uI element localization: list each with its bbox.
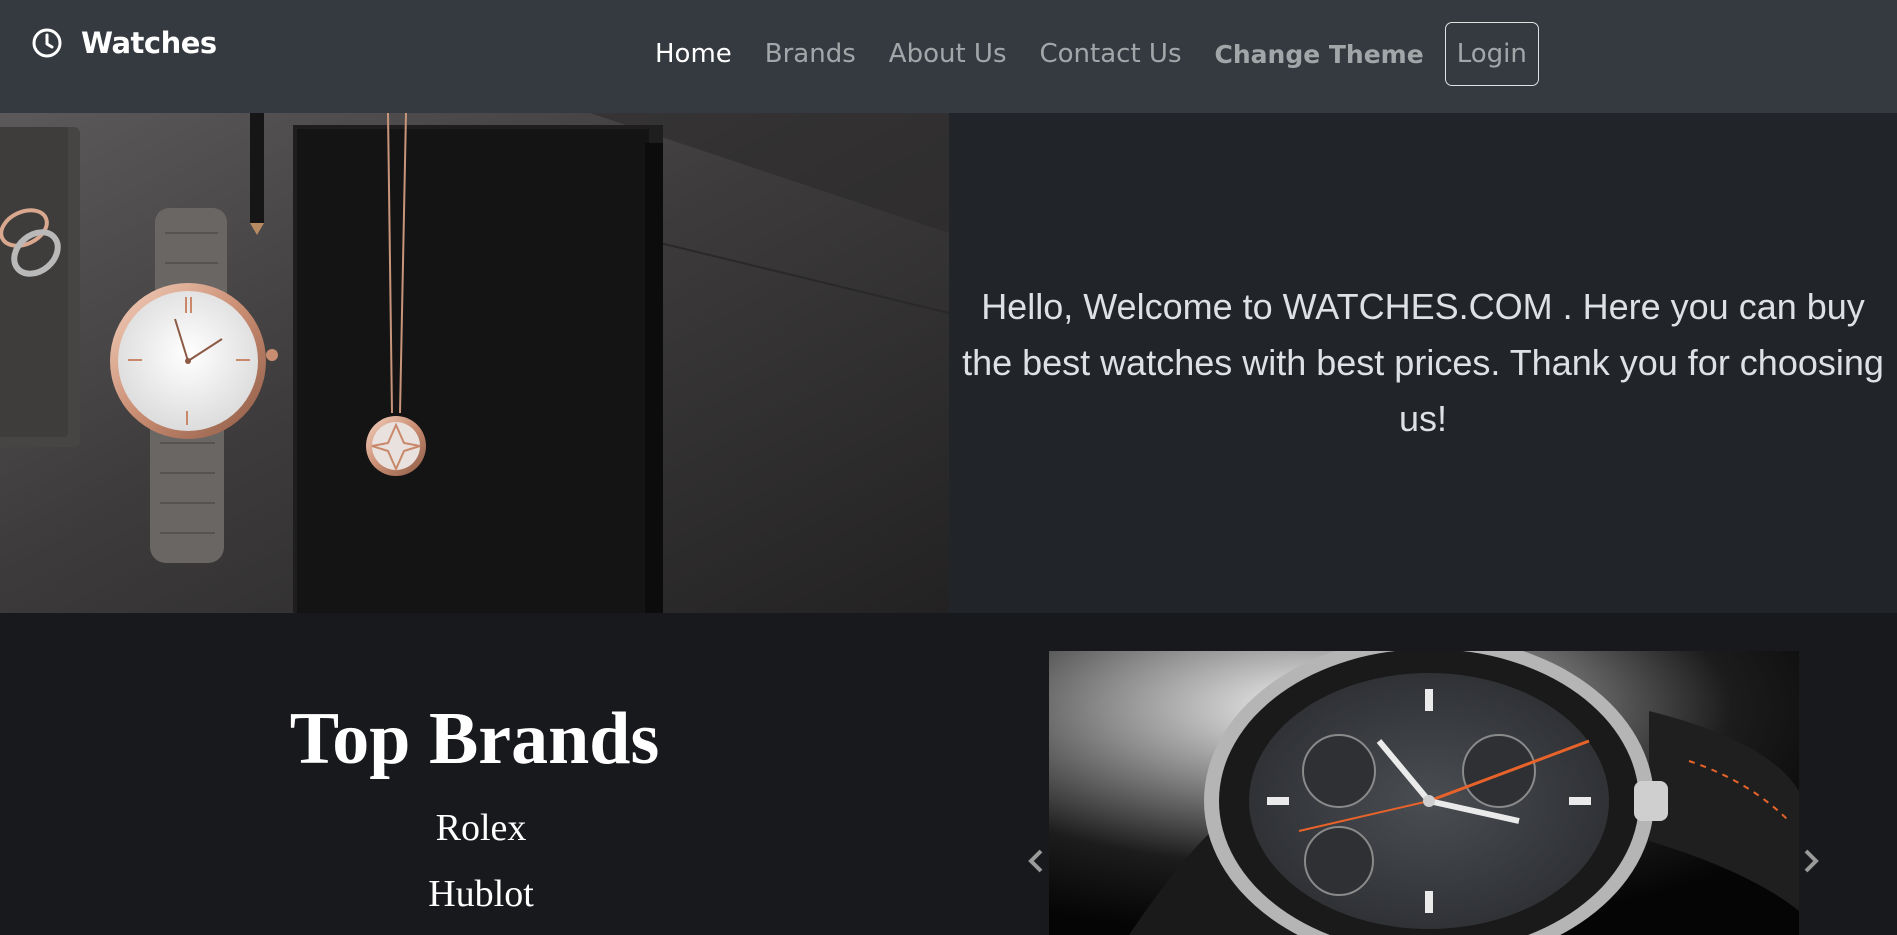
- nav-link-brands[interactable]: Brands: [765, 39, 856, 69]
- carousel-next-button[interactable]: [1791, 841, 1831, 881]
- change-theme-link[interactable]: Change Theme: [1215, 40, 1424, 69]
- top-brands-column: Top Brands Rolex Hublot: [0, 613, 949, 935]
- navbar: Watches Home Brands About Us Contact Us …: [0, 0, 1897, 113]
- chevron-right-icon: [1804, 849, 1819, 873]
- hero-section: Hello, Welcome to WATCHES.COM . Here you…: [0, 113, 1897, 613]
- hero-welcome-panel: Hello, Welcome to WATCHES.COM . Here you…: [949, 113, 1897, 613]
- nav-link-home[interactable]: Home: [655, 39, 732, 69]
- top-brands-title: Top Brands: [289, 698, 660, 780]
- brand-item-rolex: Rolex: [435, 807, 527, 849]
- hero-watch-illustration: [0, 113, 949, 613]
- carousel-watch-image: [1049, 651, 1799, 935]
- nav-links: Home Brands About Us Contact Us Change T…: [655, 22, 1539, 86]
- chevron-left-icon: [1028, 849, 1043, 873]
- brand-item-hublot: Hublot: [428, 873, 534, 915]
- brand-name: Watches: [81, 26, 217, 60]
- hero-image: [0, 113, 949, 613]
- brand-link[interactable]: Watches: [31, 26, 217, 60]
- carousel-prev-button[interactable]: [1016, 841, 1056, 881]
- nav-link-contact-us[interactable]: Contact Us: [1040, 39, 1182, 69]
- clock-icon: [32, 28, 62, 58]
- bottom-section: Top Brands Rolex Hublot: [0, 613, 1897, 935]
- welcome-text: Hello, Welcome to WATCHES.COM . Here you…: [962, 286, 1884, 439]
- nav-link-about-us[interactable]: About Us: [889, 39, 1007, 69]
- login-button[interactable]: Login: [1444, 22, 1539, 86]
- watch-carousel[interactable]: [1049, 651, 1799, 935]
